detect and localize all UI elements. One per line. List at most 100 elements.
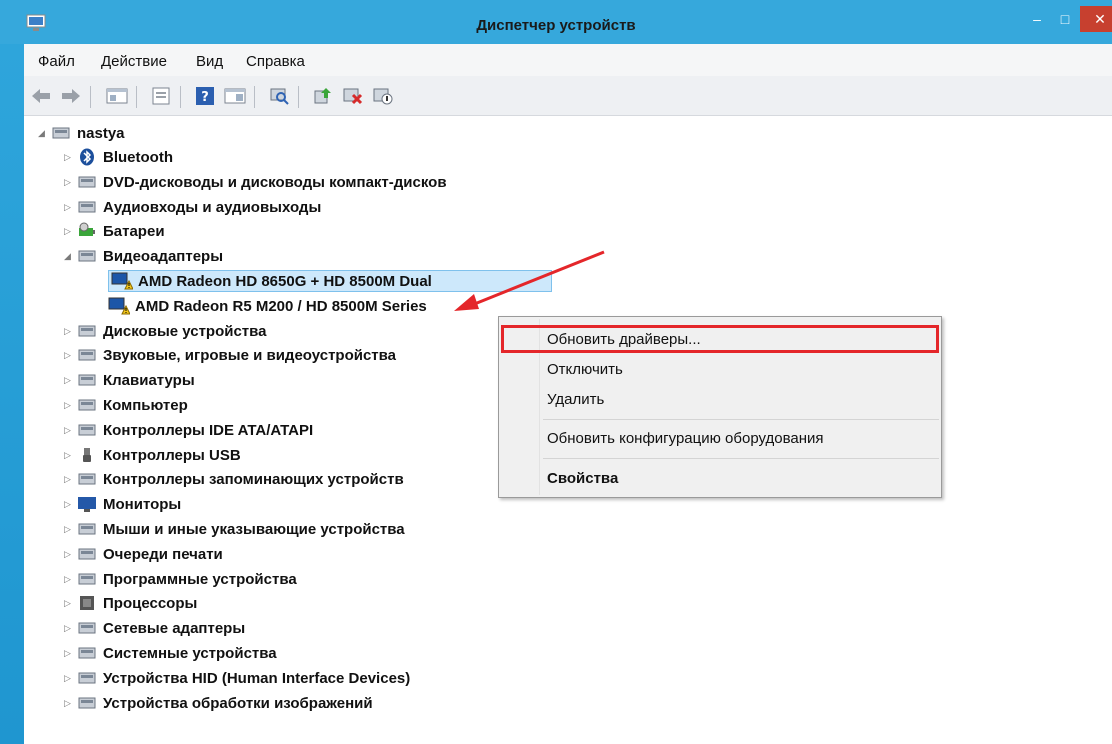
show-hide-tree-icon[interactable] bbox=[106, 85, 128, 107]
system-device-icon bbox=[76, 644, 98, 662]
menu-bar: Файл Действие Вид Справка bbox=[24, 44, 1112, 76]
tree-item-label: Мыши и иные указывающие устройства bbox=[103, 520, 405, 538]
mouse-icon bbox=[76, 520, 98, 538]
forward-icon[interactable] bbox=[60, 85, 82, 107]
svg-text:?: ? bbox=[201, 90, 209, 105]
tree-item[interactable]: ▷ Батареи bbox=[64, 220, 165, 242]
tree-item[interactable]: ▷ DVD-дисководы и дисководы компакт-диско… bbox=[64, 171, 447, 193]
tree-root-label: nastya bbox=[77, 124, 125, 142]
storage-controller-icon bbox=[76, 470, 98, 488]
tree-item[interactable]: ◢ Видеоадаптеры bbox=[64, 245, 223, 267]
expand-arrow-icon[interactable]: ▷ bbox=[64, 598, 76, 609]
maximize-button[interactable]: □ bbox=[1054, 10, 1076, 28]
tree-item[interactable]: ▷ Контроллеры IDE ATA/ATAPI bbox=[64, 419, 313, 441]
window-title: Диспетчер устройств bbox=[476, 17, 636, 34]
expand-arrow-icon[interactable]: ▷ bbox=[64, 623, 76, 634]
expand-arrow-icon[interactable]: ▷ bbox=[64, 177, 76, 188]
tree-item-label: Звуковые, игровые и видеоустройства bbox=[103, 346, 397, 364]
expand-arrow-icon[interactable]: ▷ bbox=[64, 574, 76, 585]
menu-uninstall[interactable]: Удалить bbox=[547, 391, 604, 408]
menu-file[interactable]: Файл bbox=[38, 53, 75, 70]
tree-item[interactable]: ▷ Аудиовходы и аудиовыходы bbox=[64, 196, 321, 218]
expand-arrow-icon[interactable]: ▷ bbox=[64, 202, 76, 213]
title-bar[interactable]: Диспетчер устройств – □ ✕ bbox=[0, 0, 1112, 44]
tree-item-label: Контроллеры запоминающих устройств bbox=[103, 470, 404, 488]
expand-arrow-icon[interactable]: ▷ bbox=[64, 698, 76, 709]
hid-icon bbox=[76, 669, 98, 687]
menu-help[interactable]: Справка bbox=[246, 53, 305, 70]
tree-item[interactable]: ▷ Устройства обработки изображений bbox=[64, 692, 373, 714]
tree-item[interactable]: ▷ Контроллеры USB bbox=[64, 444, 241, 466]
properties-icon[interactable] bbox=[150, 85, 172, 107]
expand-arrow-icon[interactable]: ▷ bbox=[64, 648, 76, 659]
expand-arrow-icon[interactable]: ▷ bbox=[64, 474, 76, 485]
expand-arrow-icon[interactable]: ▷ bbox=[64, 450, 76, 461]
expand-arrow-icon[interactable]: ▷ bbox=[64, 226, 76, 237]
tree-item-label: Устройства обработки изображений bbox=[103, 694, 373, 712]
context-menu-separator bbox=[543, 419, 939, 420]
close-button[interactable]: ✕ bbox=[1080, 6, 1112, 32]
tree-item[interactable]: ▷ Очереди печати bbox=[64, 543, 223, 565]
uninstall-icon[interactable] bbox=[342, 85, 364, 107]
video-adapter-label: AMD Radeon R5 M200 / HD 8500M Series bbox=[135, 297, 427, 315]
tree-item[interactable]: ▷ Мониторы bbox=[64, 493, 181, 515]
tree-item-label: Устройства HID (Human Interface Devices) bbox=[103, 669, 411, 687]
expand-arrow-icon[interactable]: ▷ bbox=[64, 673, 76, 684]
tree-item[interactable]: ▷ Системные устройства bbox=[64, 642, 277, 664]
toolbar-separator bbox=[90, 86, 91, 108]
tree-item[interactable]: ▷ Компьютер bbox=[64, 394, 188, 416]
help-icon[interactable]: ? bbox=[194, 85, 216, 107]
tree-item[interactable]: ▷ Мыши и иные указывающие устройства bbox=[64, 518, 405, 540]
tree-item[interactable]: ▷ Процессоры bbox=[64, 592, 197, 614]
expand-arrow-icon[interactable]: ▷ bbox=[64, 524, 76, 535]
scan-hardware-icon[interactable] bbox=[268, 85, 290, 107]
tree-item[interactable]: ▷ Bluetooth bbox=[64, 146, 173, 168]
video-adapter-item[interactable]: AMD Radeon R5 M200 / HD 8500M Series bbox=[108, 295, 427, 317]
tree-item-label: Дисковые устройства bbox=[103, 322, 267, 340]
tree-item-label: Видеоадаптеры bbox=[103, 247, 224, 265]
context-menu-separator bbox=[543, 458, 939, 459]
expand-arrow-icon[interactable]: ▷ bbox=[64, 375, 76, 386]
menu-view[interactable]: Вид bbox=[196, 53, 223, 70]
usb-icon bbox=[76, 446, 98, 464]
collapse-arrow-icon[interactable]: ◢ bbox=[38, 128, 50, 139]
view-icon[interactable] bbox=[224, 85, 246, 107]
imaging-device-icon bbox=[76, 694, 98, 712]
tree-item[interactable]: ▷ Контроллеры запоминающих устройств bbox=[64, 468, 404, 490]
menu-scan-hardware[interactable]: Обновить конфигурацию оборудования bbox=[547, 430, 824, 447]
ide-controller-icon bbox=[76, 421, 98, 439]
tree-item-label: Клавиатуры bbox=[103, 371, 195, 389]
tree-item[interactable]: ▷ Сетевые адаптеры bbox=[64, 617, 245, 639]
audio-io-icon bbox=[76, 198, 98, 216]
toolbar-separator bbox=[180, 86, 181, 108]
expand-arrow-icon[interactable]: ▷ bbox=[64, 326, 76, 337]
tree-item-label: Процессоры bbox=[103, 594, 198, 612]
device-manager-window: Диспетчер устройств – □ ✕ Файл Действие … bbox=[0, 0, 1112, 744]
tree-item[interactable]: ▷ Дисковые устройства bbox=[64, 320, 267, 342]
disable-icon[interactable] bbox=[372, 85, 394, 107]
sound-icon bbox=[76, 346, 98, 364]
update-driver-icon[interactable] bbox=[312, 85, 334, 107]
tree-item[interactable]: ▷ Клавиатуры bbox=[64, 369, 195, 391]
expand-arrow-icon[interactable]: ▷ bbox=[64, 350, 76, 361]
collapse-arrow-icon[interactable]: ◢ bbox=[64, 251, 76, 262]
expand-arrow-icon[interactable]: ▷ bbox=[64, 499, 76, 510]
tree-item[interactable]: ▷ Звуковые, игровые и видеоустройства bbox=[64, 344, 396, 366]
menu-properties[interactable]: Свойства bbox=[547, 470, 618, 487]
expand-arrow-icon[interactable]: ▷ bbox=[64, 400, 76, 411]
expand-arrow-icon[interactable]: ▷ bbox=[64, 425, 76, 436]
back-icon[interactable] bbox=[30, 85, 52, 107]
expand-arrow-icon[interactable]: ▷ bbox=[64, 549, 76, 560]
tree-item-label: Программные устройства bbox=[103, 570, 297, 588]
tree-item-label: Компьютер bbox=[103, 396, 188, 414]
computer-icon bbox=[76, 396, 98, 414]
tree-item-label: Аудиовходы и аудиовыходы bbox=[103, 198, 322, 216]
menu-action[interactable]: Действие bbox=[101, 53, 167, 70]
tree-item[interactable]: ▷ Устройства HID (Human Interface Devices… bbox=[64, 667, 410, 689]
tree-root[interactable]: ◢ nastya bbox=[38, 122, 125, 144]
menu-disable[interactable]: Отключить bbox=[547, 361, 623, 378]
network-adapter-icon bbox=[76, 619, 98, 637]
expand-arrow-icon[interactable]: ▷ bbox=[64, 152, 76, 163]
minimize-button[interactable]: – bbox=[1026, 10, 1048, 28]
tree-item[interactable]: ▷ Программные устройства bbox=[64, 568, 297, 590]
